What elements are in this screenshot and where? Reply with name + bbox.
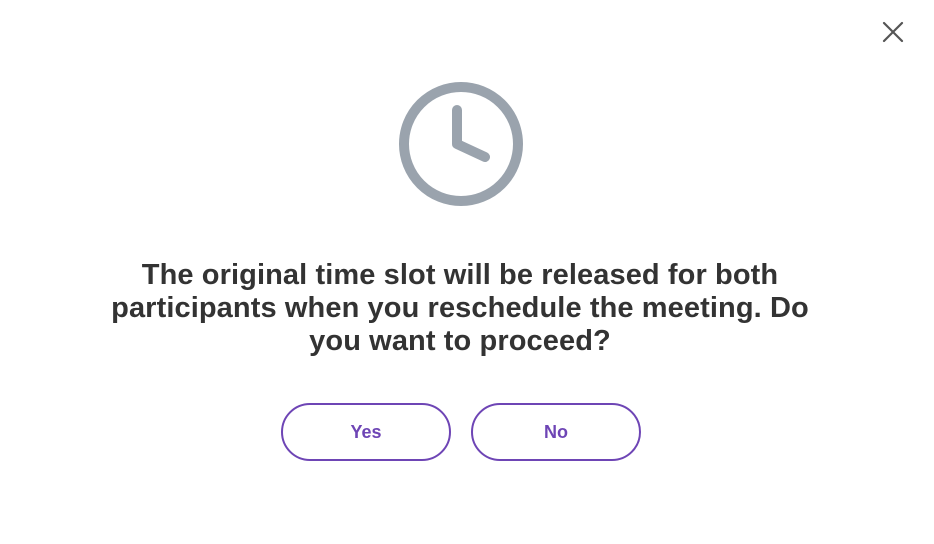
reschedule-confirm-dialog: The original time slot will be released … bbox=[0, 0, 934, 544]
no-button[interactable]: No bbox=[471, 403, 641, 461]
yes-button[interactable]: Yes bbox=[281, 403, 451, 461]
close-icon bbox=[882, 21, 904, 43]
close-button[interactable] bbox=[878, 17, 908, 47]
clock-icon bbox=[399, 82, 523, 206]
confirmation-message: The original time slot will be released … bbox=[111, 259, 809, 357]
